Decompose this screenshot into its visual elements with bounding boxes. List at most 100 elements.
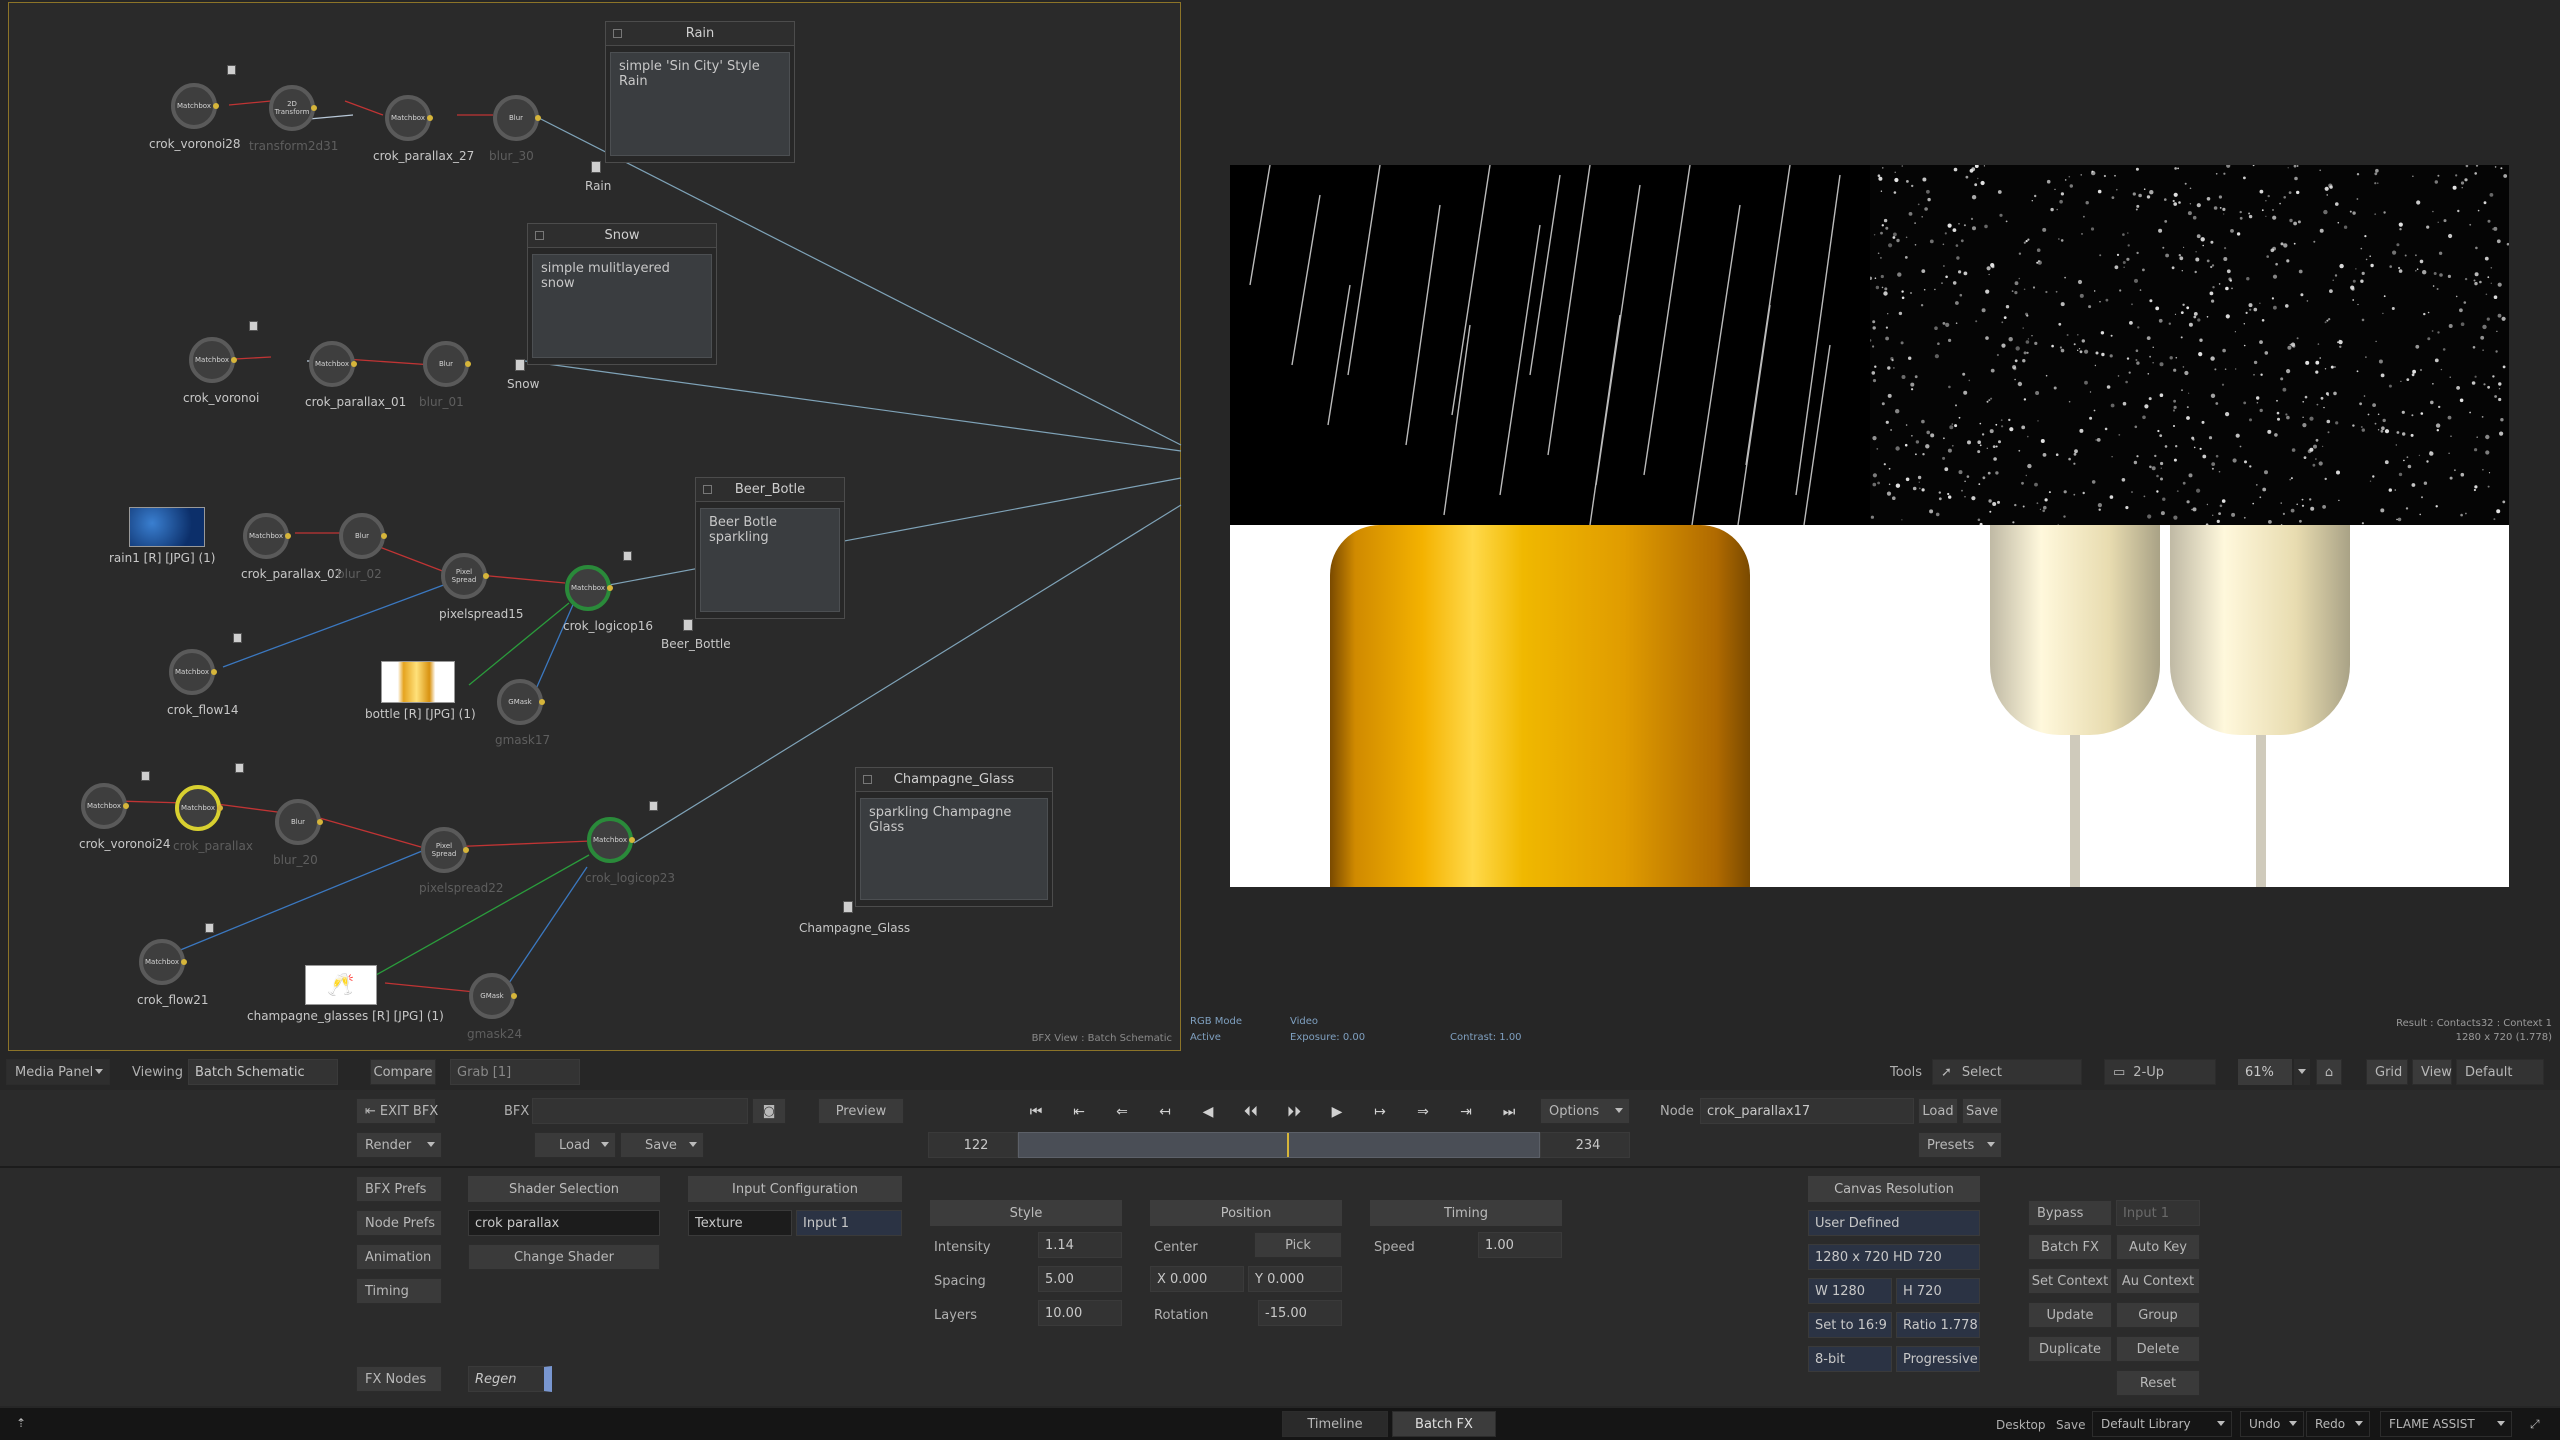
animation-button[interactable]: Animation [356,1244,442,1270]
schematic-node[interactable]: Pixel Spread [441,553,489,599]
output-socket[interactable] [381,533,387,539]
compare-button[interactable]: Compare [370,1059,436,1085]
node-load-button[interactable]: Load [1918,1098,1958,1124]
rewind-icon[interactable]: ⏴⏴ [1231,1098,1271,1126]
go-end-icon[interactable]: ⏭ [1489,1098,1529,1126]
center-y-field[interactable]: Y 0.000 [1248,1266,1342,1292]
node-save-button[interactable]: Save [1962,1098,2002,1124]
output-icon[interactable] [843,901,853,913]
set-to-button[interactable]: Set to 16:9 [1808,1312,1892,1338]
schematic-node[interactable]: Blur [423,341,471,387]
width-field[interactable]: W 1280 [1808,1278,1892,1304]
play-icon[interactable]: ▶ [1317,1098,1357,1126]
layout-button[interactable]: ▭ 2-Up [2104,1059,2216,1085]
expand-icon[interactable]: ⇡ [16,1416,26,1430]
schematic-node[interactable]: Matchbox [565,565,613,611]
output-socket[interactable] [539,699,545,705]
group-button[interactable]: Group [2116,1302,2200,1328]
desktop-button[interactable]: Desktop [1996,1418,2046,1432]
frame-start-field[interactable]: 122 [928,1132,1018,1158]
resolution-mode-dropdown[interactable]: User Defined [1808,1210,1980,1236]
schematic-node[interactable]: Matchbox [171,83,219,129]
output-socket[interactable] [427,115,433,121]
auto-key-button[interactable]: Auto Key [2116,1234,2200,1260]
resolution-preset-dropdown[interactable]: 1280 x 720 HD 720 [1808,1244,1980,1270]
rotation-field[interactable]: -15.00 [1258,1300,1342,1326]
frame-scrubber[interactable] [1018,1132,1540,1158]
timing-button[interactable]: Timing [356,1278,442,1304]
exit-bfx-button[interactable]: ⇤ EXIT BFX [356,1098,438,1124]
scan-mode-dropdown[interactable]: Progressive [1896,1346,1980,1372]
step-forward-icon[interactable]: ↦ [1360,1098,1400,1126]
play-reverse-icon[interactable]: ◀ [1188,1098,1228,1126]
note-rain[interactable]: Rain simple 'Sin City' Style Rain [605,21,795,163]
bypass-button[interactable]: Bypass [2028,1200,2112,1226]
output-socket[interactable] [213,103,219,109]
clip-thumb-bottle[interactable] [381,661,455,703]
schematic-node[interactable]: Matchbox [189,337,237,383]
output-socket[interactable] [607,585,613,591]
schematic-node[interactable]: Blur [493,95,541,141]
fullscreen-icon[interactable]: ⤢ [2530,1417,2540,1432]
playhead[interactable] [1287,1133,1289,1157]
note-checkbox[interactable] [613,29,622,38]
output-socket[interactable] [217,805,223,811]
tab-timeline[interactable]: Timeline [1282,1411,1388,1437]
next-key-icon[interactable]: ⇥ [1446,1098,1486,1126]
regen-toggle[interactable]: Regen [468,1366,552,1392]
schematic-node[interactable]: Matchbox [175,785,223,831]
input-1-dropdown[interactable]: Input 1 [2116,1200,2200,1226]
batch-fx-button[interactable]: Batch FX [2028,1234,2112,1260]
schematic-node[interactable]: Matchbox [309,341,357,387]
note-snow[interactable]: Snow simple mulitlayered snow [527,223,717,365]
schematic-node[interactable]: Matchbox [139,939,187,985]
options-dropdown[interactable]: Options [1540,1098,1630,1124]
output-socket[interactable] [285,533,291,539]
output-icon[interactable] [591,161,601,173]
output-icon[interactable] [515,359,525,371]
output-socket[interactable] [465,361,471,367]
schematic-node[interactable]: GMask [469,973,517,1019]
set-context-button[interactable]: Set Context [2028,1268,2112,1294]
height-field[interactable]: H 720 [1896,1278,1980,1304]
load-dropdown[interactable]: Load [534,1132,616,1158]
node-prefs-button[interactable]: Node Prefs [356,1210,442,1236]
schematic-node[interactable]: GMask [497,679,545,725]
output-socket[interactable] [535,115,541,121]
batch-schematic[interactable]: Rain simple 'Sin City' Style Rain Snow s… [8,2,1182,1051]
viewing-dropdown[interactable]: Batch Schematic [188,1059,338,1085]
schematic-node[interactable]: Matchbox [81,783,129,829]
schematic-node[interactable]: Matchbox [587,817,635,863]
schematic-node[interactable]: Blur [339,513,387,559]
note-checkbox[interactable] [703,485,712,494]
node-name-field[interactable]: crok_parallax17 [1700,1098,1914,1124]
clip-thumb-rain[interactable] [129,507,205,547]
app-menu[interactable]: FLAME ASSIST [2380,1411,2512,1437]
fx-nodes-button[interactable]: FX Nodes [356,1366,442,1392]
delete-button[interactable]: Delete [2116,1336,2200,1362]
schematic-node[interactable]: Matchbox [169,649,217,695]
center-x-field[interactable]: X 0.000 [1150,1266,1244,1292]
zoom-field[interactable]: 61% [2238,1059,2292,1085]
speed-field[interactable]: 1.00 [1478,1232,1562,1258]
ratio-field[interactable]: Ratio 1.778 [1896,1312,1980,1338]
output-socket[interactable] [483,573,489,579]
go-start-icon[interactable]: ⏮ [1016,1098,1056,1126]
duplicate-button[interactable]: Duplicate [2028,1336,2112,1362]
save-button[interactable]: Save [2056,1418,2085,1432]
bit-depth-dropdown[interactable]: 8-bit [1808,1346,1892,1372]
note-champagne-glass[interactable]: Champagne_Glass sparkling Champagne Glas… [855,767,1053,907]
select-tool-button[interactable]: ➚ Select [1932,1059,2082,1085]
output-socket[interactable] [317,819,323,825]
au-context-button[interactable]: Au Context [2116,1268,2200,1294]
prev-key-icon[interactable]: ⇤ [1059,1098,1099,1126]
next-edit-icon[interactable]: ⇒ [1403,1098,1443,1126]
reset-button[interactable]: Reset [2116,1370,2200,1396]
bfx-prefs-button[interactable]: BFX Prefs [356,1176,442,1202]
tab-batch-fx[interactable]: Batch FX [1392,1411,1496,1437]
undo-dropdown[interactable]: Undo [2240,1411,2304,1437]
output-socket[interactable] [181,959,187,965]
redo-dropdown[interactable]: Redo [2306,1411,2370,1437]
layers-field[interactable]: 10.00 [1038,1300,1122,1326]
output-socket[interactable] [123,803,129,809]
